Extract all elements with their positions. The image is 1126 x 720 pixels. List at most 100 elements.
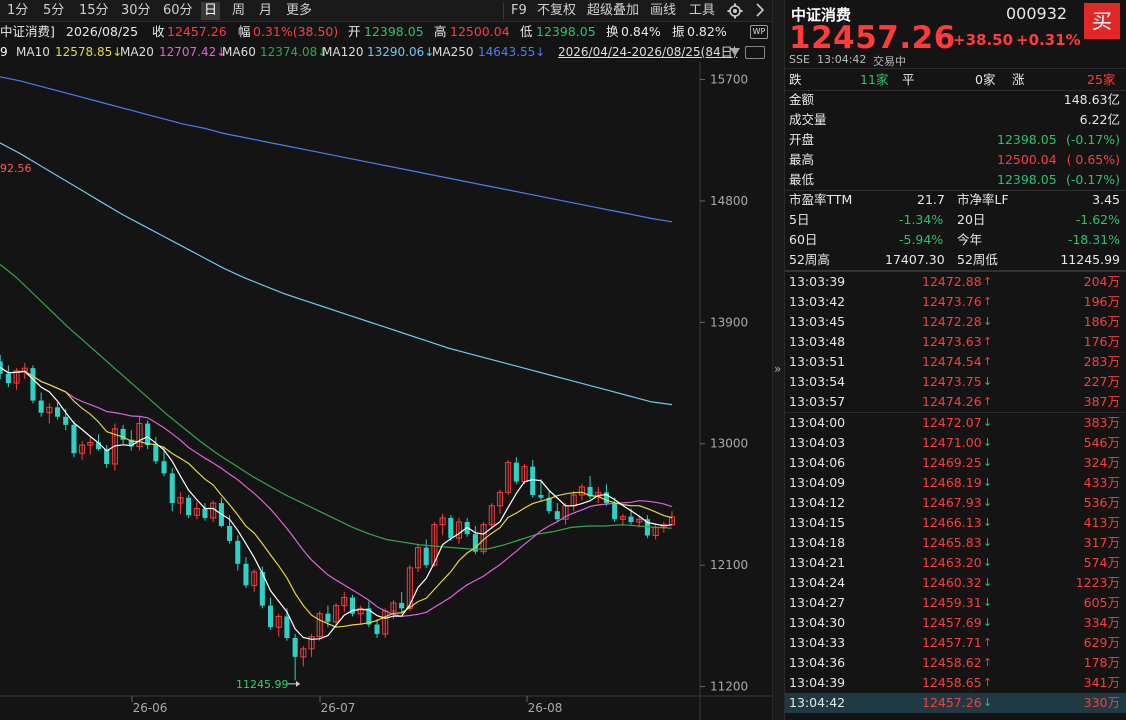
d5-label: 5日 <box>789 212 810 227</box>
tick-row: 13:04:24 12460.32 ↓ 1223万 <box>785 573 1126 593</box>
tick-row: 13:04:39 12458.65 ↑ 341万 <box>785 673 1126 693</box>
close-value: 12457.26 <box>167 24 227 39</box>
swing-value: 0.82% <box>687 24 727 39</box>
more-periods[interactable]: 更多 <box>283 2 315 20</box>
volume-value: 6.22亿 <box>1079 112 1120 127</box>
tick-price: 12473.76 <box>922 294 982 309</box>
arrow-up-icon: ↑ <box>983 676 993 689</box>
period-1min[interactable]: 1分 <box>4 2 31 20</box>
range52-row: 52周高 17407.30 52周低 11245.99 <box>785 250 1126 270</box>
arrow-down-icon: ↓ <box>983 556 993 569</box>
arrow-down-icon: ↓ <box>983 536 993 549</box>
period-15min[interactable]: 15分 <box>76 2 112 20</box>
draw-button[interactable]: 画线 <box>647 2 679 20</box>
arrow-down-icon: ↓ <box>983 315 993 328</box>
tick-time: 13:04:27 <box>789 595 846 610</box>
ma-legend-bar: 9 MA10 12578.85↓ MA20 12707.42↓ MA60 123… <box>0 42 772 62</box>
tick-volume: 334万 <box>1083 615 1120 630</box>
tick-price: 12463.20 <box>922 555 982 570</box>
tick-price: 12458.65 <box>922 675 982 690</box>
candle-body <box>5 373 11 384</box>
h52-label: 52周高 <box>789 252 830 267</box>
open-label: 开盘 <box>789 132 815 147</box>
tick-volume: 324万 <box>1083 455 1120 470</box>
tick-price: 12458.62 <box>922 655 982 670</box>
period-month[interactable]: 月 <box>256 2 275 20</box>
range-dropdown-icon[interactable] <box>730 48 740 56</box>
tick-time: 13:03:54 <box>789 374 846 389</box>
tick-price: 12459.31 <box>922 595 982 610</box>
candle-body <box>235 540 241 564</box>
tick-time: 13:04:06 <box>789 455 846 470</box>
ma60-label: MA60 <box>222 45 256 59</box>
y-tick-label: 15700 <box>710 73 748 87</box>
period-week[interactable]: 周 <box>229 2 248 20</box>
tick-row: 13:04:42 12457.26 ↓ 330万 <box>785 693 1126 713</box>
tick-row: 13:04:09 12468.19 ↓ 433万 <box>785 473 1126 493</box>
index-name: 中证消费] <box>0 24 55 39</box>
d60-value: -5.94% <box>899 232 944 247</box>
period-5min[interactable]: 5分 <box>40 2 67 20</box>
candle-body <box>628 516 634 522</box>
tick-list[interactable]: 13:03:39 12472.88 ↑ 204万 13:03:42 12473.76 ↑ 19… <box>785 272 1126 720</box>
gear-icon[interactable] <box>724 2 746 20</box>
l52-value: 11245.99 <box>1060 252 1120 267</box>
panel-collapse-bar[interactable]: » <box>772 0 785 720</box>
arrow-down-icon: ↓ <box>983 375 993 388</box>
arrow-down-icon: ↓ <box>983 436 993 449</box>
tick-row: 13:04:12 12467.93 ↓ 536万 <box>785 493 1126 513</box>
pe-value: 21.7 <box>917 192 945 207</box>
date-range-selector[interactable]: 2026/04/24-2026/08/25(84日) <box>558 42 737 62</box>
collapse-icon[interactable] <box>751 2 769 20</box>
tick-volume: 196万 <box>1083 294 1120 309</box>
wp-badge[interactable]: WP <box>750 25 768 39</box>
arrow-up-icon: ↑ <box>983 355 993 368</box>
flat-count: 0家 <box>975 72 996 87</box>
ohlc-info-bar: 中证消费] 2026/08/25 收 12457.26 幅 0.31%(38.5… <box>0 22 772 42</box>
f9-button[interactable]: F9 <box>508 2 530 20</box>
tick-row: 13:03:45 12472.28 ↓ 186万 <box>785 312 1126 332</box>
tick-price: 12468.19 <box>922 475 982 490</box>
arrow-down-icon: ↓ <box>983 596 993 609</box>
arrow-down-icon: ↓ <box>983 496 993 509</box>
tools-button[interactable]: 工具 <box>686 2 718 20</box>
amount-value: 148.63亿 <box>1063 92 1120 107</box>
tick-time: 13:04:09 <box>789 475 846 490</box>
volume-row: 成交量 6.22亿 <box>785 110 1126 130</box>
kline-svg[interactable]: 15700 14800 13900 13000 12100 11200 92.56 11245… <box>0 62 772 720</box>
tick-row: 13:04:15 12466.13 ↓ 413万 <box>785 513 1126 533</box>
y-tick-label: 12100 <box>710 558 748 572</box>
trade-status: 交易中 <box>873 55 906 68</box>
collapse-arrow-icon[interactable]: » <box>774 362 781 376</box>
perf-row-1: 5日 -1.34% 20日 -1.62% <box>785 210 1126 230</box>
tick-volume: 536万 <box>1083 495 1120 510</box>
adjust-button[interactable]: 不复权 <box>534 2 579 20</box>
kline-chart[interactable]: 15700 14800 13900 13000 12100 11200 92.56 11245… <box>0 62 772 720</box>
divider <box>785 68 1126 69</box>
breadth-row: 跌 11家 平 0家 涨 25家 <box>785 70 1126 90</box>
tick-volume: 574万 <box>1083 555 1120 570</box>
period-day[interactable]: 日 <box>201 2 221 20</box>
period-30min[interactable]: 30分 <box>118 2 154 20</box>
y-tick-label: 11200 <box>710 680 748 694</box>
chart-settings-icon[interactable] <box>745 46 765 59</box>
quote-time: 13:04:42 <box>817 53 867 66</box>
ma20-label: MA20 <box>120 45 154 59</box>
tick-price: 12474.54 <box>922 354 982 369</box>
arrow-down-icon: ↓ <box>983 456 993 469</box>
low-value: 12398.05 <box>997 172 1057 187</box>
d20-label: 20日 <box>957 212 986 227</box>
ma250-value: 14643.55↓ <box>478 45 546 59</box>
period-60min[interactable]: 60分 <box>160 2 196 20</box>
tick-time: 13:04:12 <box>789 495 846 510</box>
high-pct: ( 0.65%) <box>1066 152 1120 167</box>
d20-value: -1.62% <box>1075 212 1120 227</box>
candle-body <box>55 407 61 417</box>
tick-price: 12473.63 <box>922 334 982 349</box>
candle-body <box>603 492 609 504</box>
overlay-button[interactable]: 超级叠加 <box>584 2 642 20</box>
ma10-line <box>0 366 673 628</box>
open-value: 12398.05 <box>997 132 1057 147</box>
buy-button[interactable]: 买 <box>1084 3 1120 39</box>
tick-price: 12469.25 <box>922 455 982 470</box>
